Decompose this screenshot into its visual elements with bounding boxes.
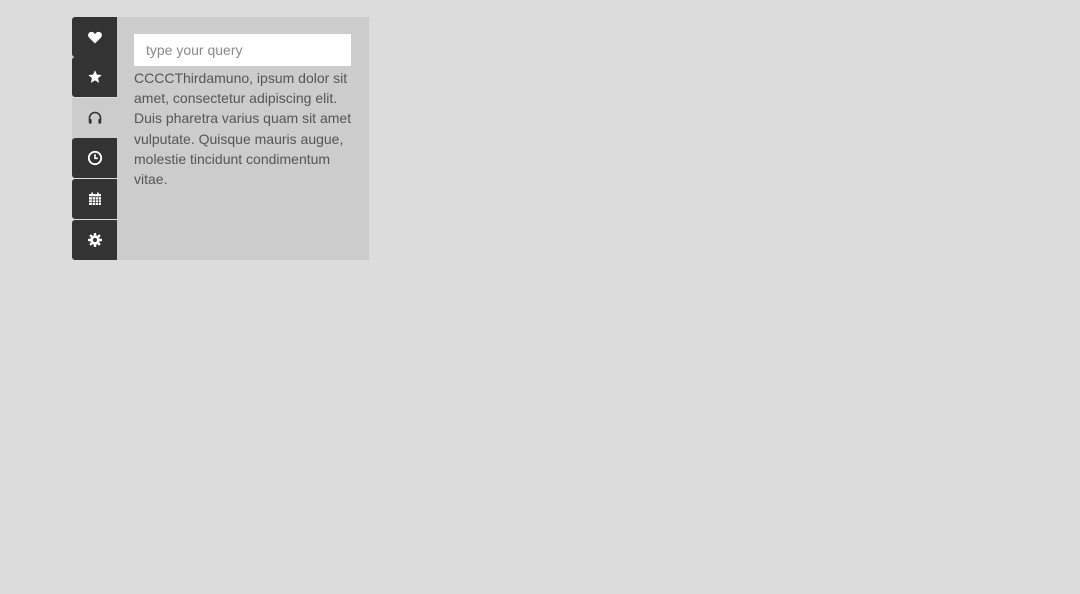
headphones-icon — [88, 111, 101, 124]
tab-audio[interactable] — [72, 98, 117, 138]
tab-content-panel: CCCCThirdamuno, ipsum dolor sit amet, co… — [117, 17, 369, 260]
tab-starred[interactable] — [72, 57, 117, 97]
calendar-icon — [88, 192, 101, 205]
search-input[interactable] — [134, 34, 351, 66]
heart-icon — [87, 31, 102, 44]
star-icon — [87, 70, 102, 83]
gear-icon — [87, 233, 102, 247]
panel-body-text: CCCCThirdamuno, ipsum dolor sit amet, co… — [134, 70, 352, 188]
tab-widget: CCCCThirdamuno, ipsum dolor sit amet, co… — [72, 17, 369, 260]
tab-settings[interactable] — [72, 220, 117, 260]
tab-history[interactable] — [72, 138, 117, 178]
tab-bar — [72, 17, 117, 260]
clock-icon — [87, 150, 102, 166]
tab-calendar[interactable] — [72, 179, 117, 219]
tab-favorites[interactable] — [72, 17, 117, 57]
